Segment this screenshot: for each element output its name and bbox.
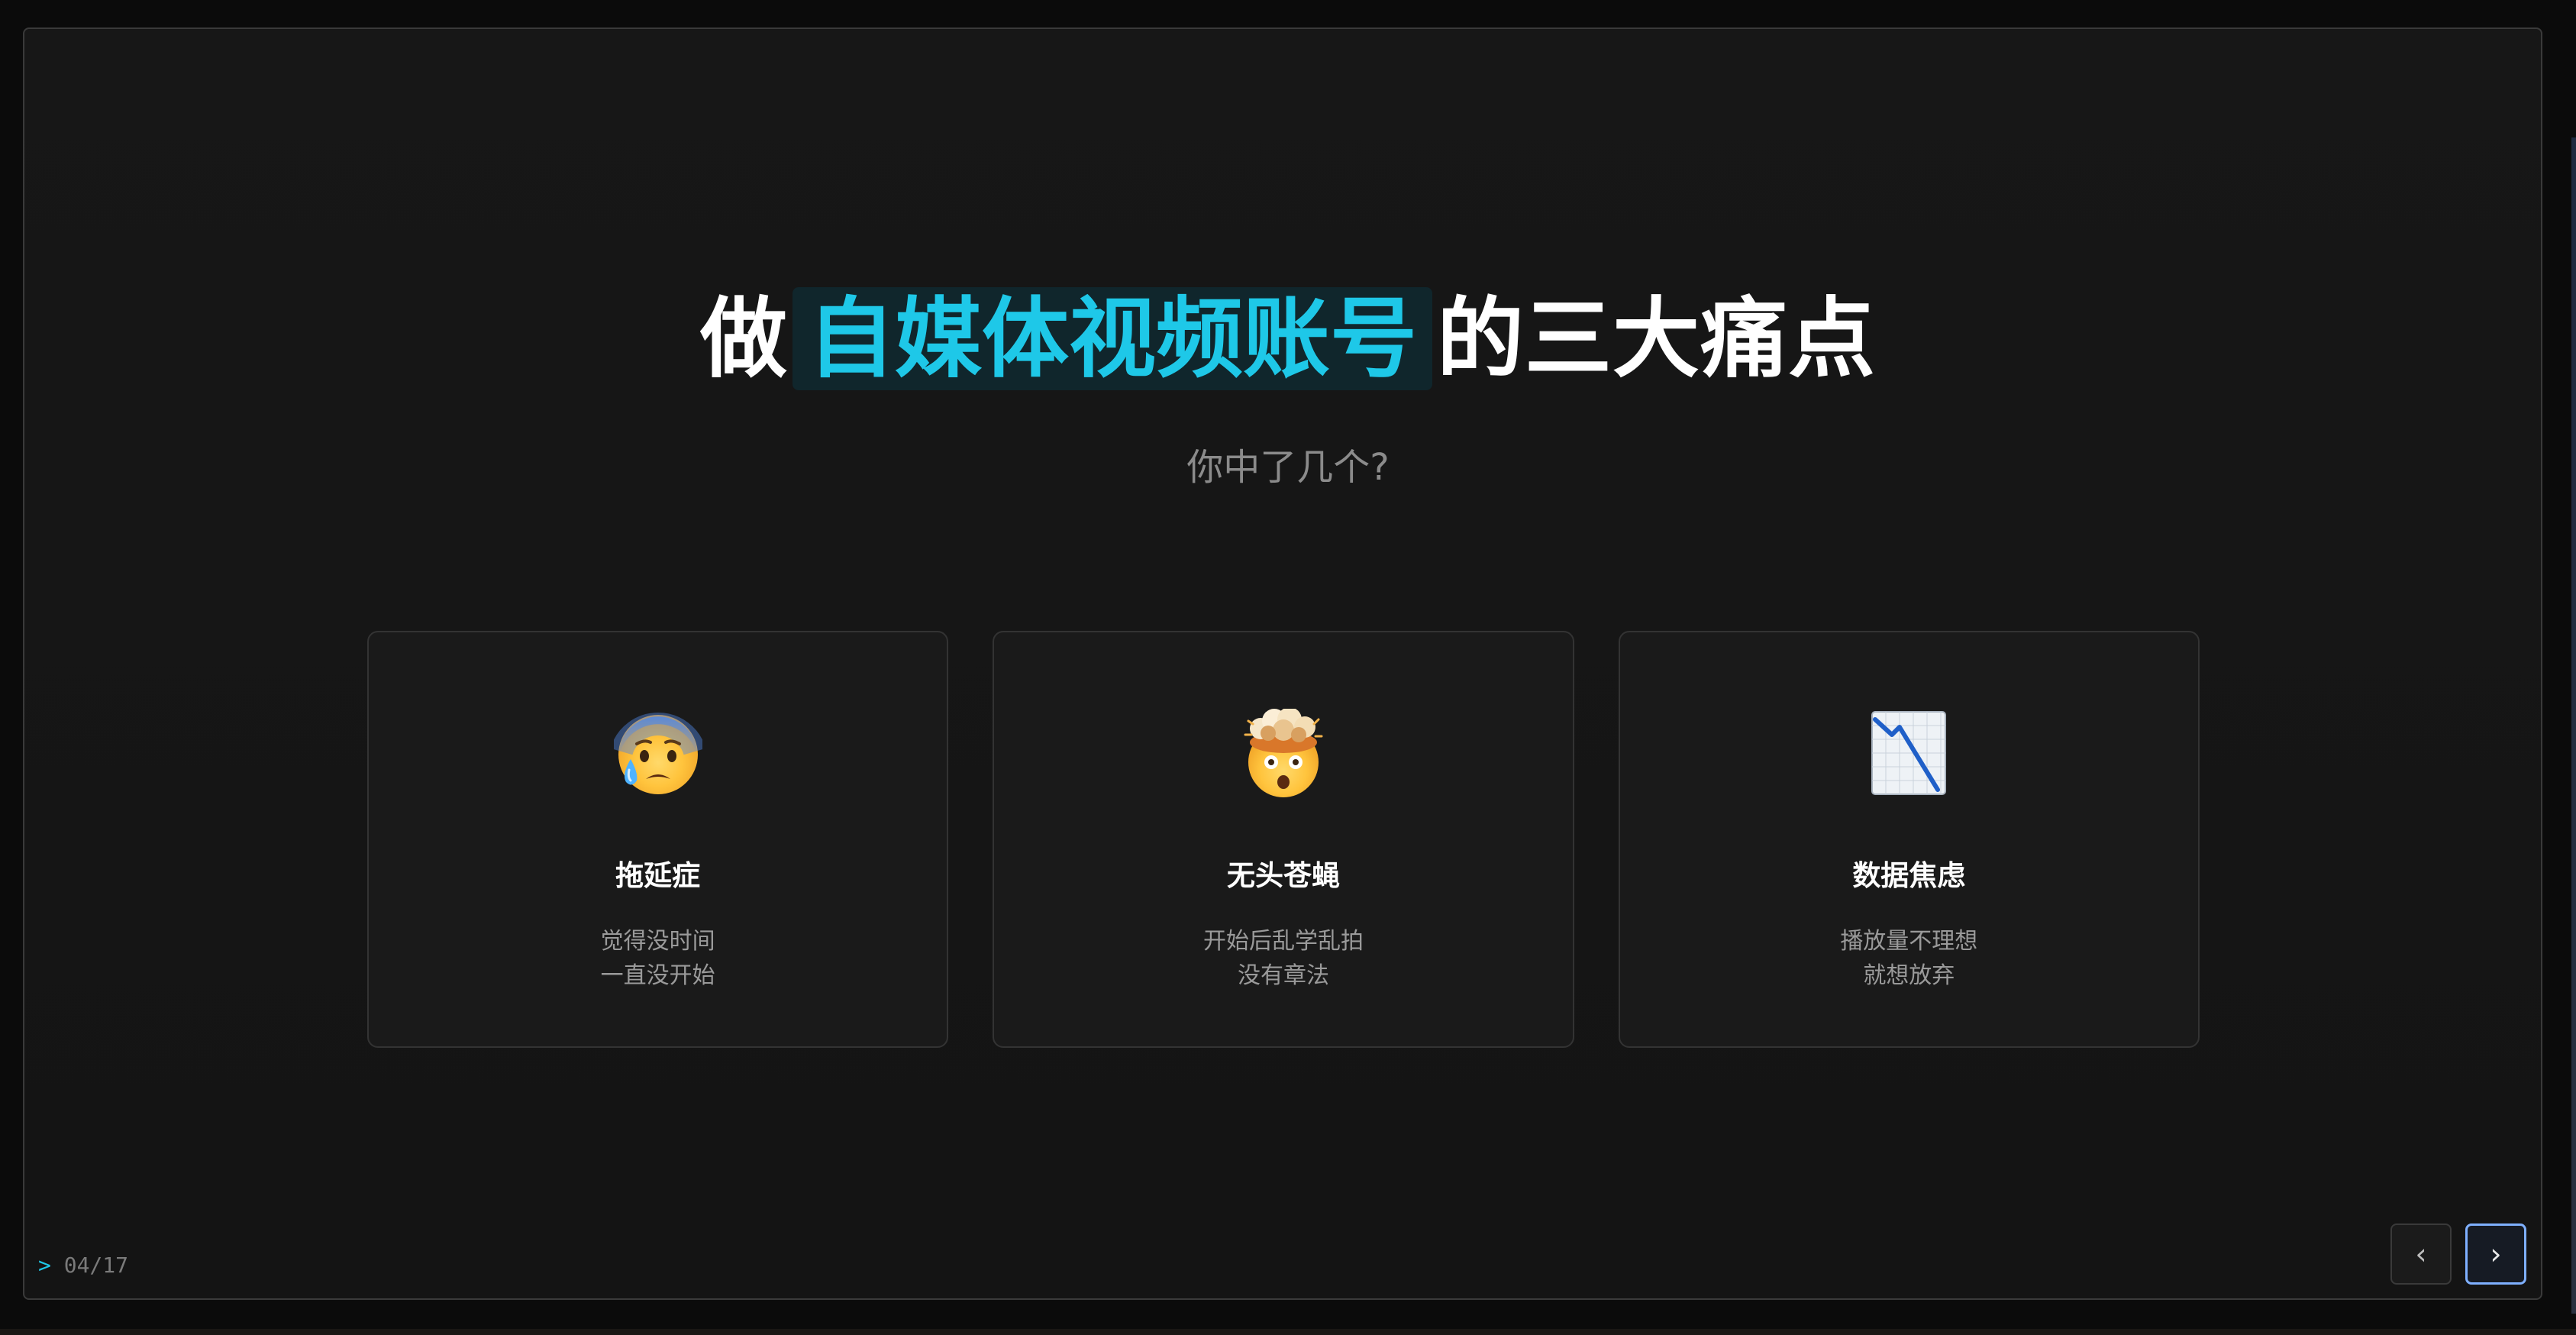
card-title: 无头苍蝇 — [1226, 859, 1340, 892]
card-description: 觉得没时间 一直没开始 — [369, 924, 947, 993]
pain-point-card-aimless: 无头苍蝇 开始后乱学乱拍 没有章法 — [993, 631, 1574, 1048]
card-description: 开始后乱学乱拍 没有章法 — [994, 924, 1572, 993]
anxious-face-with-sweat-icon — [369, 709, 947, 800]
pain-point-cards: 拖延症 觉得没时间 一直没开始 无头苍蝇 开始后乱学乱拍 没有章法 数据焦虑 播… — [367, 631, 2200, 1048]
page-counter: > 04/17 — [38, 1253, 128, 1278]
pain-point-card-data-anxiety: 数据焦虑 播放量不理想 就想放弃 — [1618, 631, 2200, 1048]
card-description-line: 播放量不理想 — [1840, 928, 1978, 955]
card-description-line: 开始后乱学乱拍 — [1202, 928, 1364, 955]
page-number: 04/17 — [63, 1253, 129, 1278]
title-prefix: 做 — [699, 287, 788, 390]
title-highlight: 自媒体视频账号 — [792, 287, 1432, 391]
next-slide-button[interactable]: › — [2465, 1223, 2526, 1285]
title-suffix: 的三大痛点 — [1437, 287, 1877, 390]
slide-title: 做 自媒体视频账号 的三大痛点 — [0, 287, 2576, 391]
chevron-left-icon: ‹ — [2415, 1237, 2427, 1271]
exploding-head-icon — [994, 709, 1572, 800]
previous-slide-button[interactable]: ‹ — [2390, 1223, 2452, 1285]
chart-decreasing-icon — [1620, 709, 2198, 800]
pain-point-card-procrastination: 拖延症 觉得没时间 一直没开始 — [367, 631, 949, 1048]
card-description-line: 觉得没时间 — [600, 928, 715, 955]
prompt-symbol: > — [38, 1253, 51, 1278]
card-description-line: 没有章法 — [1237, 962, 1329, 989]
card-description-line: 就想放弃 — [1863, 962, 1955, 989]
card-description: 播放量不理想 就想放弃 — [1620, 924, 2198, 993]
card-title: 数据焦虑 — [1852, 859, 1966, 892]
chevron-right-icon: › — [2490, 1237, 2502, 1271]
card-description-line: 一直没开始 — [600, 962, 715, 989]
slide-subtitle: 你中了几个? — [1186, 446, 1390, 489]
card-title: 拖延症 — [615, 859, 701, 892]
bottom-strip — [0, 1329, 2576, 1335]
